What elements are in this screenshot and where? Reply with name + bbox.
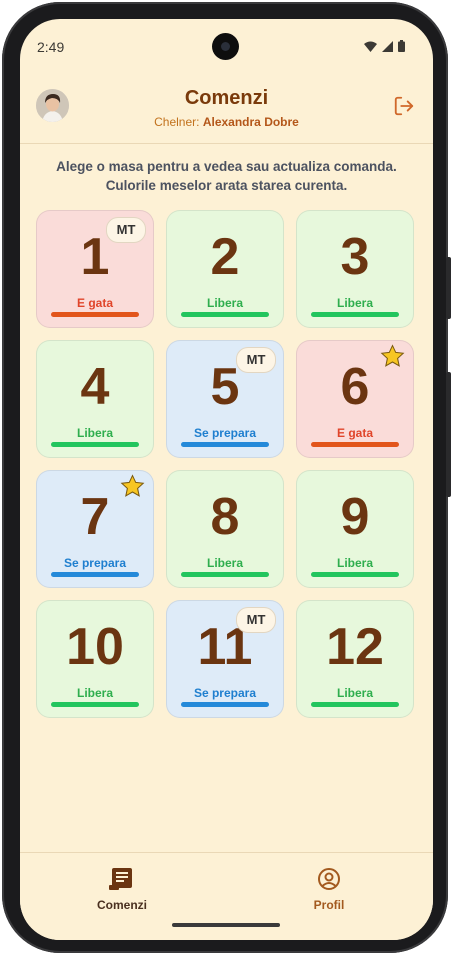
table-status: Libera [206,556,243,570]
status-bar-indicator [311,572,399,577]
status-bar-indicator [51,442,139,447]
table-card[interactable]: 6E gata [296,340,414,458]
status-bar-indicator [51,312,139,317]
table-number: 12 [326,618,384,676]
receipt-icon [109,868,132,890]
star-icon [120,474,145,497]
status-bar-indicator [181,312,269,317]
battery-icon [398,40,405,52]
table-card[interactable]: 10 Libera [36,600,154,718]
phone-frame: 2:49 Comenzi Chelner: Alexandra Dobre Al… [2,2,451,953]
status-bar-indicator [51,702,139,707]
table-number: 4 [80,358,110,416]
logout-icon[interactable] [393,95,415,117]
table-number: 3 [340,228,370,286]
star-icon [380,344,405,367]
volume-button [446,257,451,319]
waiter-initials-badge: MT [236,347,276,373]
nav-comenzi-label: Comenzi [96,898,147,912]
status-bar-indicator [311,442,399,447]
status-bar: 2:49 [20,19,433,60]
table-number: 8 [210,488,240,546]
waiter-initials-badge: MT [106,217,146,243]
nav-profil[interactable]: Profil [274,867,384,912]
table-status: Libera [206,296,243,310]
table-status: Libera [76,686,113,700]
wifi-icon [364,41,377,52]
screen: 2:49 Comenzi Chelner: Alexandra Dobre Al… [20,19,433,940]
app-header: Comenzi Chelner: Alexandra Dobre [20,81,433,144]
bottom-navigation: Comenzi Profil [20,852,433,940]
tables-grid: 1E gata MT 2 Libera 3 Libera 4 Libera 5 Se prepar… [36,210,416,718]
table-status: E gata [76,296,113,310]
waiter-prefix: Chelner: [154,115,200,129]
profile-icon [318,868,340,890]
table-card[interactable]: 2 Libera [166,210,284,328]
table-status: Libera [336,556,373,570]
table-status: E gata [336,426,373,440]
instructions-line-2: Culorile meselor arata starea curenta. [105,178,348,193]
status-icons [364,40,405,52]
status-bar-indicator [311,312,399,317]
table-number: 2 [210,228,240,286]
table-status: Se prepara [193,426,257,440]
table-card[interactable]: 12 Libera [296,600,414,718]
table-status: Libera [336,686,373,700]
status-time: 2:49 [37,39,65,55]
table-card[interactable]: 1E gata MT [36,210,154,328]
front-camera [212,33,239,60]
nav-comenzi[interactable]: Comenzi [67,867,177,912]
status-bar-indicator [181,702,269,707]
table-card[interactable]: 4 Libera [36,340,154,458]
status-bar-indicator [181,442,269,447]
waiter-info: Chelner: Alexandra Dobre [20,115,433,129]
table-card[interactable]: 9 Libera [296,470,414,588]
status-bar-indicator [311,702,399,707]
table-card[interactable]: 11 Se prepara MT [166,600,284,718]
table-number: 10 [66,618,124,676]
table-status: Libera [76,426,113,440]
table-card[interactable]: 3 Libera [296,210,414,328]
status-bar-indicator [181,572,269,577]
table-number: 9 [340,488,370,546]
table-status: Se prepara [193,686,257,700]
waiter-initials-badge: MT [236,607,276,633]
nav-profil-label: Profil [313,898,345,912]
instructions-text: Alege o masa pentru a vedea sau actualiz… [40,157,413,195]
status-bar-indicator [51,572,139,577]
table-card[interactable]: 7 Se prepara [36,470,154,588]
instructions-line-1: Alege o masa pentru a vedea sau actualiz… [56,159,397,174]
table-status: Libera [336,296,373,310]
table-card[interactable]: 5 Se prepara MT [166,340,284,458]
waiter-name: Alexandra Dobre [202,115,299,129]
home-indicator[interactable] [172,923,280,927]
page-title: Comenzi [184,87,269,109]
power-button [446,372,451,497]
table-card[interactable]: 8 Libera [166,470,284,588]
signal-icon [382,40,393,52]
table-status: Se prepara [63,556,127,570]
